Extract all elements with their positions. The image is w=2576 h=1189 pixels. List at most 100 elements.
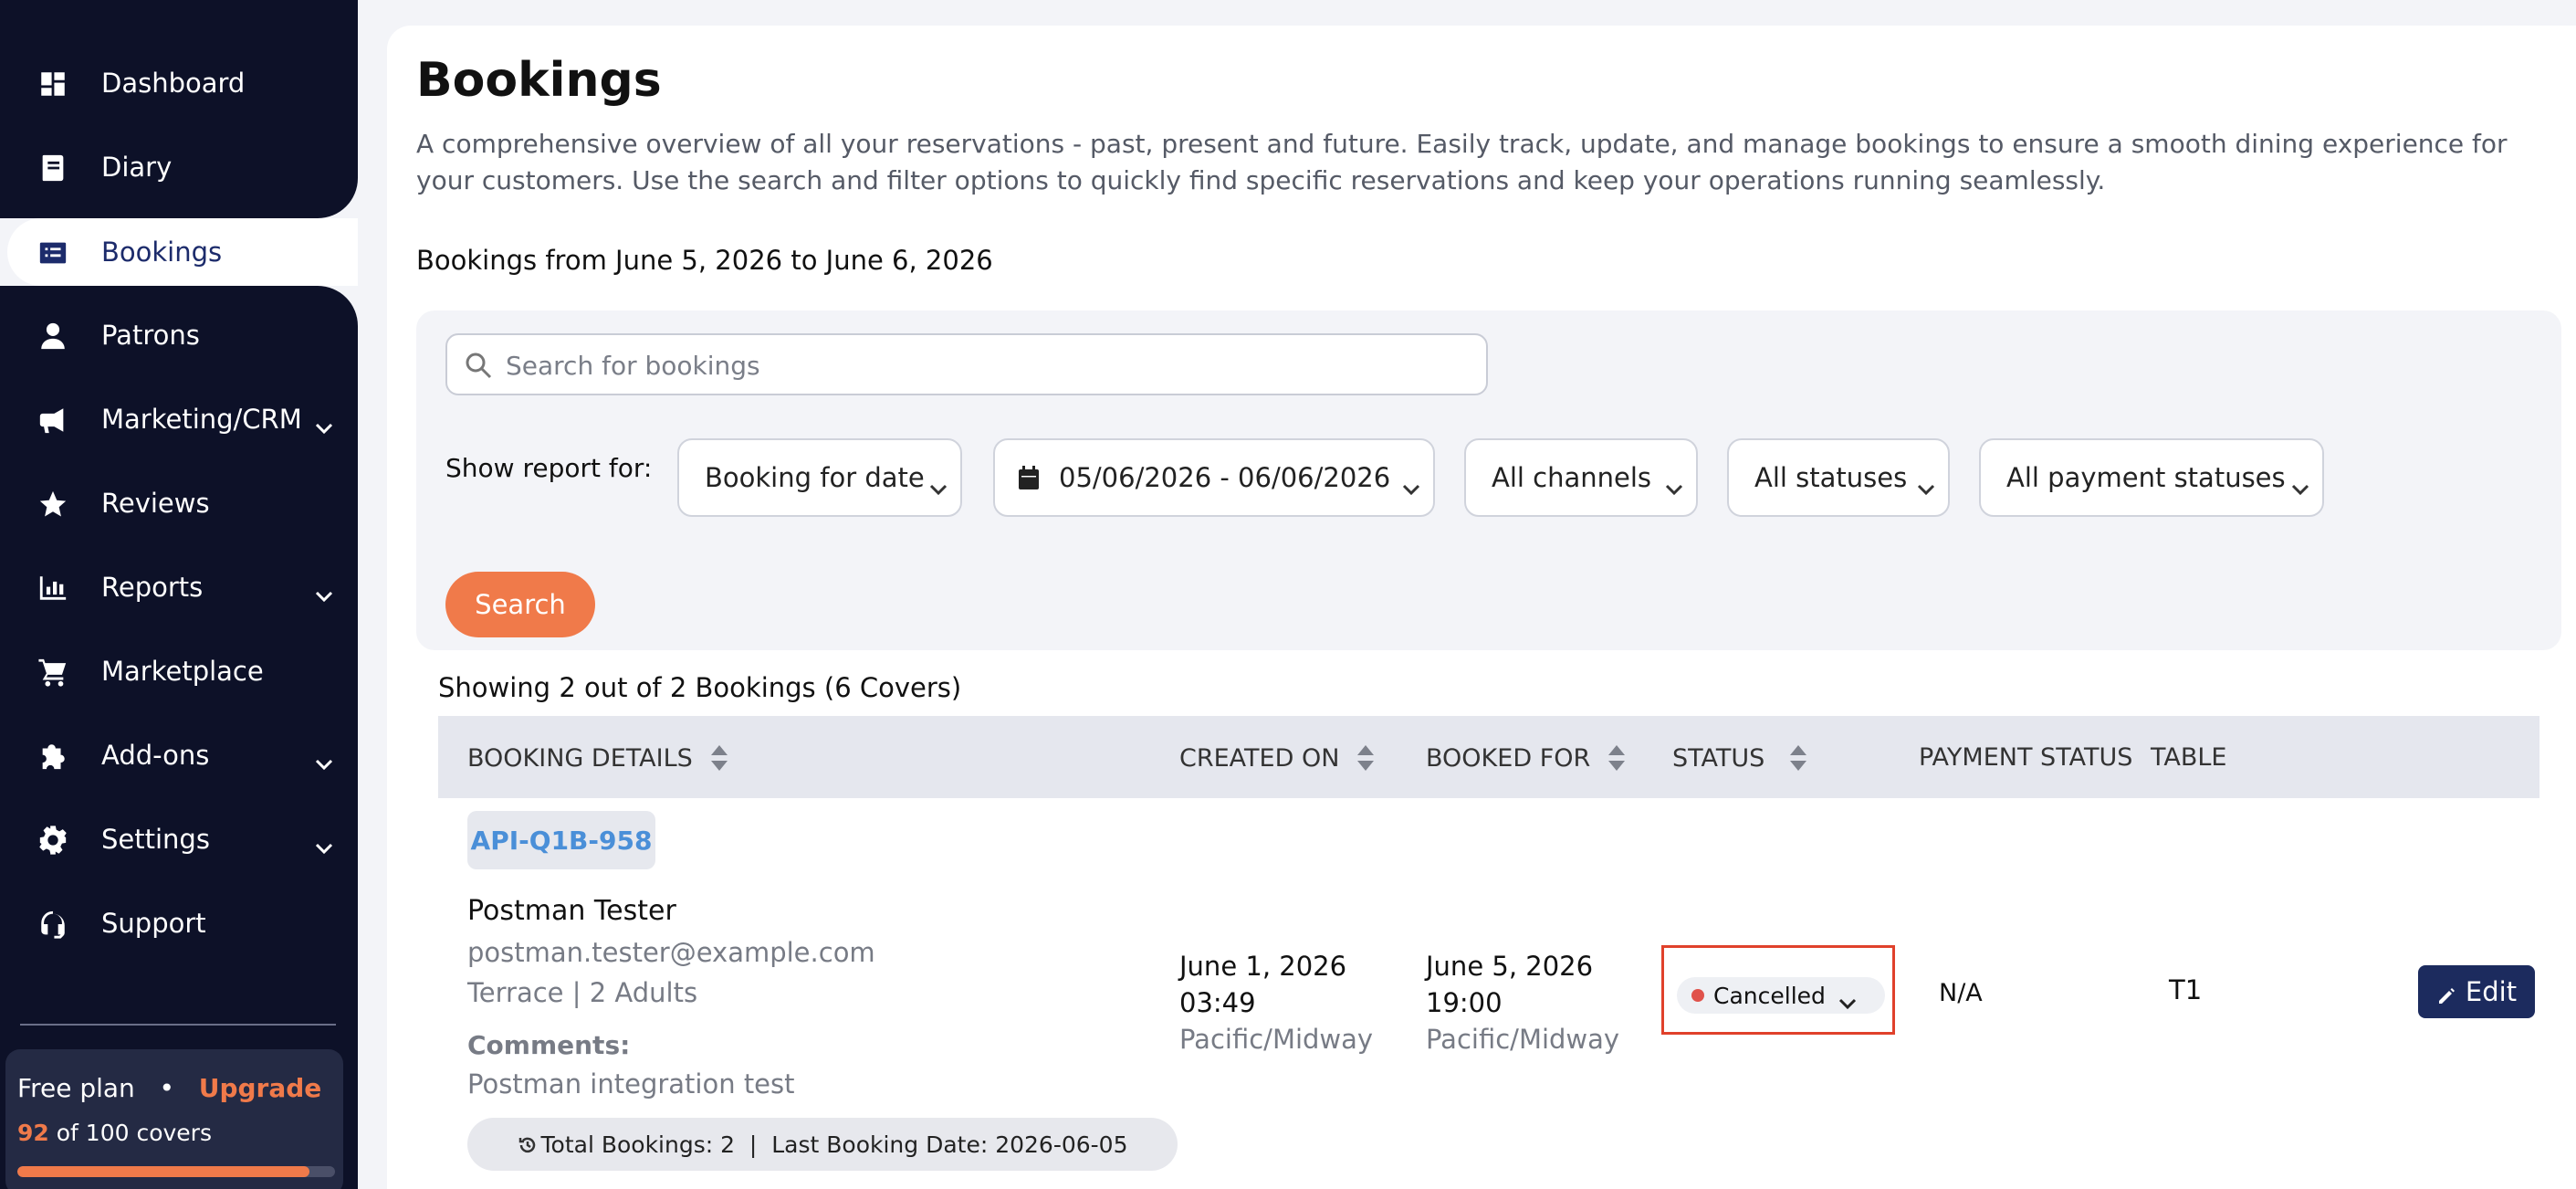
sidebar-item-marketing-crm[interactable]: Marketing/CRM: [0, 385, 358, 453]
column-label: CREATED ON: [1179, 743, 1340, 773]
sidebar-divider: [20, 1024, 336, 1026]
status-dropdown[interactable]: Cancelled: [1677, 977, 1885, 1014]
booked-timezone: Pacific/Midway: [1426, 1024, 1620, 1055]
booking-for-select[interactable]: Booking for date: [677, 438, 962, 517]
channels-value: All channels: [1492, 462, 1652, 493]
book-icon: [37, 152, 69, 184]
channels-select[interactable]: All channels: [1464, 438, 1698, 517]
payment-statuses-select[interactable]: All payment statuses: [1979, 438, 2324, 517]
plan-info: Free plan • Upgrade: [17, 1073, 321, 1103]
sidebar-item-label: Bookings: [101, 237, 223, 268]
sidebar-item-diary[interactable]: Diary: [0, 133, 358, 201]
column-label: BOOKING DETAILS: [467, 743, 693, 773]
date-range-value: 05/06/2026 - 06/06/2026: [1059, 462, 1391, 493]
headset-icon: [37, 908, 69, 941]
show-report-label: Show report for:: [445, 453, 653, 483]
pencil-icon: [2436, 982, 2456, 1004]
sidebar-item-reports[interactable]: Reports: [0, 553, 358, 621]
column-status[interactable]: STATUS: [1672, 743, 1808, 773]
status-value: Cancelled: [1713, 982, 1826, 1009]
payment-statuses-value: All payment statuses: [2006, 462, 2286, 493]
comments-text: Postman integration test: [467, 1068, 795, 1100]
booking-for-value: Booking for date: [705, 462, 925, 493]
booking-id-link[interactable]: API-Q1B-958: [467, 811, 655, 869]
chevron-down-icon: [929, 471, 949, 496]
column-label: TABLE: [2151, 743, 2227, 772]
booked-date: June 5, 2026: [1426, 951, 1594, 982]
column-payment-status: PAYMENT STATUS: [1919, 743, 2132, 772]
column-booking-details[interactable]: BOOKING DETAILS: [467, 743, 729, 773]
sidebar-item-support[interactable]: Support: [0, 889, 358, 957]
booking-meta: Terrace | 2 Adults: [467, 977, 698, 1008]
booking-history-pill: Total Bookings: 2 | Last Booking Date: 2…: [467, 1118, 1178, 1171]
statuses-value: All statuses: [1754, 462, 1908, 493]
sidebar-item-patrons[interactable]: Patrons: [0, 301, 358, 369]
calendar-icon: [1017, 466, 1042, 491]
page-title: Bookings: [416, 53, 662, 108]
sidebar-item-add-ons[interactable]: Add-ons: [0, 721, 358, 789]
created-timezone: Pacific/Midway: [1179, 1024, 1374, 1055]
sidebar-item-label: Dashboard: [101, 68, 246, 99]
search-input[interactable]: [506, 344, 1473, 386]
gear-icon: [37, 824, 69, 857]
search-icon: [464, 351, 495, 382]
main-content: Bookings A comprehensive overview of all…: [387, 26, 2576, 1189]
sidebar-item-reviews[interactable]: Reviews: [0, 469, 358, 537]
customer-email: postman.tester@example.com: [467, 937, 875, 968]
statuses-select[interactable]: All statuses: [1727, 438, 1950, 517]
chevron-down-icon: [314, 579, 338, 603]
sidebar-item-marketplace[interactable]: Marketplace: [0, 637, 358, 705]
column-label: PAYMENT STATUS: [1919, 743, 2133, 772]
payment-status-cell: N/A: [1939, 979, 1983, 1007]
page-description: A comprehensive overview of all your res…: [416, 129, 2508, 195]
edit-label: Edit: [2465, 976, 2518, 1007]
puzzle-icon: [37, 740, 69, 773]
sidebar-item-bookings[interactable]: Bookings: [0, 218, 358, 286]
date-range-label: Bookings from June 5, 2026 to June 6, 20…: [416, 245, 993, 276]
star-icon: [37, 488, 69, 521]
created-on-cell: June 1, 2026 03:49 Pacific/Midway: [1179, 948, 1373, 1057]
edit-button[interactable]: Edit: [2418, 965, 2535, 1018]
sidebar-item-label: Patrons: [101, 320, 200, 351]
sidebar: Dashboard Diary Bookings Patrons Marketi…: [0, 0, 358, 1189]
chevron-down-icon: [1402, 471, 1422, 496]
created-date: June 1, 2026: [1179, 951, 1347, 982]
covers-usage: 92 of 100 covers: [17, 1120, 212, 1146]
column-label: STATUS: [1672, 743, 1765, 773]
sidebar-item-label: Settings: [101, 824, 210, 855]
sidebar-item-dashboard[interactable]: Dashboard: [0, 49, 358, 117]
date-range-picker[interactable]: 05/06/2026 - 06/06/2026: [993, 438, 1435, 517]
covers-text: of 100 covers: [56, 1120, 212, 1146]
chevron-down-icon: [314, 747, 338, 771]
sidebar-item-label: Marketing/CRM: [101, 404, 302, 435]
search-box: [445, 333, 1488, 395]
plan-card: Free plan • Upgrade 92 of 100 covers: [5, 1049, 343, 1189]
comments-label: Comments:: [467, 1030, 631, 1060]
upgrade-link[interactable]: Upgrade: [199, 1073, 322, 1103]
filter-panel: Show report for: Booking for date 05/06/…: [416, 310, 2561, 650]
history-icon: [518, 1134, 538, 1154]
column-booked-for[interactable]: BOOKED FOR: [1426, 743, 1627, 773]
sidebar-item-label: Support: [101, 908, 206, 939]
column-created-on[interactable]: CREATED ON: [1179, 743, 1376, 773]
status-dot: [1691, 989, 1704, 1002]
search-button[interactable]: Search: [445, 572, 595, 637]
column-table: TABLE: [2151, 743, 2227, 772]
sidebar-item-label: Marketplace: [101, 656, 264, 687]
chevron-down-icon: [1665, 471, 1685, 496]
sort-icon: [709, 743, 729, 773]
sort-icon: [1356, 743, 1376, 773]
plan-name: Free plan: [17, 1073, 135, 1103]
sidebar-item-settings[interactable]: Settings: [0, 805, 358, 873]
covers-used: 92: [17, 1120, 49, 1146]
history-text: Total Bookings: 2 | Last Booking Date: 2…: [540, 1131, 1128, 1158]
bar-chart-icon: [37, 572, 69, 605]
column-label: BOOKED FOR: [1426, 743, 1591, 773]
covers-progress-bar: [17, 1166, 335, 1177]
dashboard-icon: [37, 68, 69, 100]
covers-progress-fill: [17, 1166, 310, 1177]
chevron-down-icon: [1838, 989, 1859, 1010]
sidebar-item-label: Add-ons: [101, 740, 210, 771]
customer-name: Postman Tester: [467, 895, 676, 927]
booked-time: 19:00: [1426, 987, 1503, 1018]
